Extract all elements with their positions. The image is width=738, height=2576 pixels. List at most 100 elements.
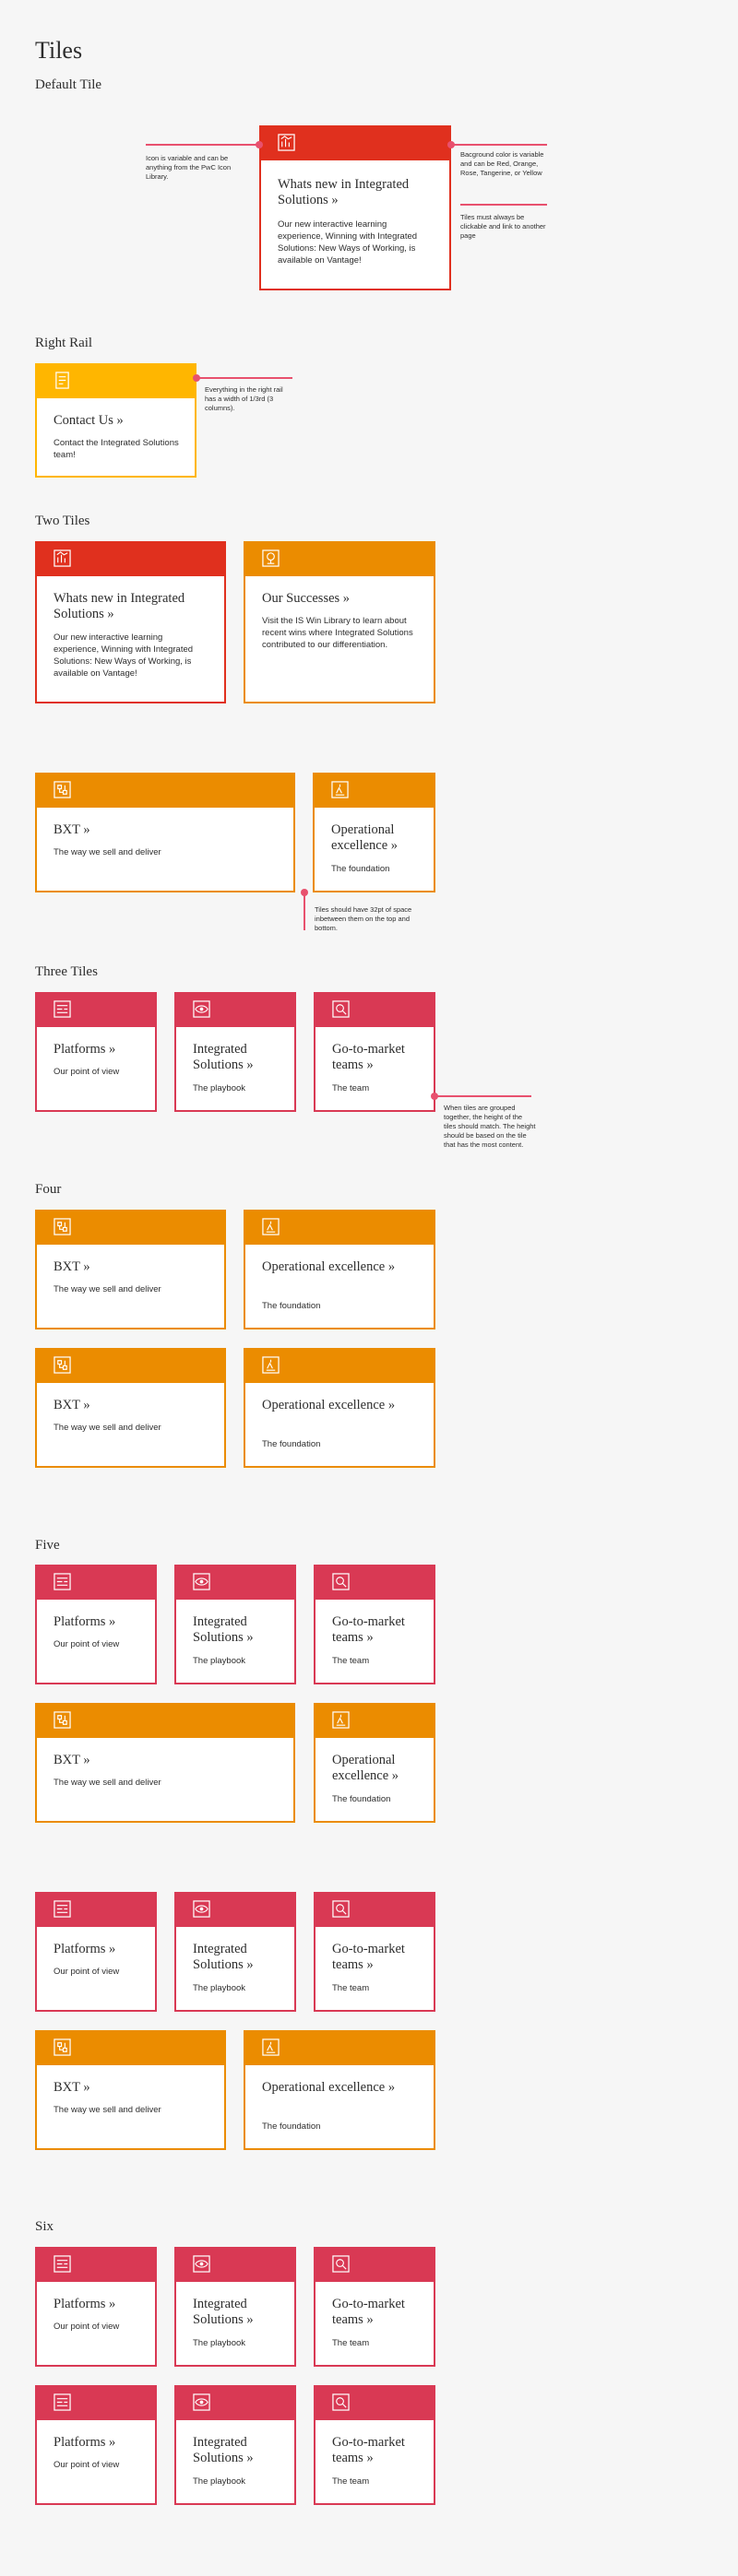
annotation-line [304,892,305,930]
tile-header [315,774,434,808]
tile-whats-new[interactable]: Whats new in Integrated Solutions » Our … [35,541,226,703]
section-four: Four [35,1182,62,1197]
tile-title: Integrated Solutions » [193,2435,254,2465]
person-search-icon [332,1900,350,1918]
tile-title: Whats new in Integrated Solutions » [278,177,410,207]
tile-title: BXT » [54,1753,90,1767]
tile-description: The foundation [331,864,390,874]
tile-header [176,2387,294,2420]
hand-award-icon [262,1218,280,1235]
note-spacing: Tiles should have 32pt of space inbetwee… [315,905,412,932]
tile-platforms[interactable]: Platforms » Our point of view [35,992,157,1112]
tile-title: Integrated Solutions » [193,1942,254,1972]
tile-description: The foundation [262,1301,321,1311]
tile-bxt[interactable]: BXT » The way we sell and deliver [35,1703,295,1823]
tile-header [245,2032,434,2065]
annotation-line [460,204,547,206]
tile-header [37,1211,224,1245]
tile-our-successes[interactable]: Our Successes » Visit the IS Win Library… [244,541,435,703]
tile-whats-new-default[interactable]: Whats new in Integrated Solutions » Our … [259,125,451,290]
tile-platforms[interactable]: Platforms » Our point of view [35,2385,157,2505]
tile-header [315,2249,434,2282]
tile-integrated[interactable]: Integrated Solutions » The playbook [174,1892,296,2012]
tile-platforms[interactable]: Platforms » Our point of view [35,2247,157,2367]
chart-icon [278,134,295,151]
tile-description: The foundation [262,2121,321,2132]
tile-opex[interactable]: Operational excellence » The foundation [314,1703,435,1823]
tile-bxt[interactable]: BXT » The way we sell and deliver [35,1210,226,1329]
section-three-tiles: Three Tiles [35,964,98,979]
note-icon: Icon is variable and can be anything fro… [146,154,232,181]
tile-description: Our point of view [54,1067,120,1077]
tile-description: The team [332,2338,370,2348]
tile-opex[interactable]: Operational excellence » The foundation [244,1210,435,1329]
tile-gtm[interactable]: Go-to-market teams » The team [314,992,435,1112]
note-height: When tiles are grouped together, the hei… [444,1104,536,1149]
tile-description: Our new interactive learning experience,… [54,632,194,679]
tile-title: Contact Us » [54,413,124,428]
tile-integrated[interactable]: Integrated Solutions » The playbook [174,2385,296,2505]
tile-bxt[interactable]: BXT » The way we sell and deliver [35,1348,226,1468]
note-right-rail: Everything in the right rail has a width… [205,385,283,412]
tile-header [37,994,155,1027]
tile-gtm[interactable]: Go-to-market teams » The team [314,1892,435,2012]
tile-header [315,1894,434,1927]
tile-integrated[interactable]: Integrated Solutions » The playbook [174,2247,296,2367]
tile-gtm[interactable]: Go-to-market teams » The team [314,1565,435,1684]
tile-header [176,994,294,1027]
tile-title: Go-to-market teams » [332,1614,405,1645]
tile-title: Operational excellence » [262,2080,396,2095]
annotation-dot [447,141,455,148]
tile-title: Platforms » [54,2297,116,2311]
annotation-dot [301,889,308,896]
tile-integrated[interactable]: Integrated Solutions » The playbook [174,992,296,1112]
tile-opex[interactable]: Operational excellence » The foundation [313,773,435,892]
tile-description: The playbook [193,1983,246,1993]
person-search-icon [332,2255,350,2273]
tile-title: Platforms » [54,2435,116,2450]
person-search-icon [332,2393,350,2411]
tile-platforms[interactable]: Platforms » Our point of view [35,1892,157,2012]
dashboard-icon [54,2393,71,2411]
tile-bxt[interactable]: BXT » The way we sell and deliver [35,773,295,892]
tile-title: Platforms » [54,1042,116,1057]
tile-header [245,1211,434,1245]
tile-header [37,1705,293,1738]
flowchart-icon [54,1711,71,1729]
tile-description: The playbook [193,2476,246,2487]
tile-header [245,1350,434,1383]
tile-description: The way we sell and deliver [54,1284,161,1294]
tile-integrated[interactable]: Integrated Solutions » The playbook [174,1565,296,1684]
dashboard-icon [54,1000,71,1018]
tile-contact-us[interactable]: Contact Us » Contact the Integrated Solu… [35,363,196,478]
note-background: Bacground color is variable and can be R… [460,150,544,177]
annotation-dot [431,1093,438,1100]
eye-icon [193,2393,210,2411]
tile-opex[interactable]: Operational excellence » The foundation [244,2030,435,2150]
tile-header [37,1566,155,1600]
tile-opex[interactable]: Operational excellence » The foundation [244,1348,435,1468]
tile-header [315,2387,434,2420]
page-title: Tiles [35,37,83,64]
tile-title: Operational excellence » [332,1753,399,1783]
eye-icon [193,1900,210,1918]
hand-award-icon [332,1711,350,1729]
tile-description: The team [332,2476,370,2487]
tile-header [176,1894,294,1927]
tile-header [37,365,195,398]
tile-title: BXT » [54,1398,90,1412]
tile-header [37,2249,155,2282]
tile-platforms[interactable]: Platforms » Our point of view [35,1565,157,1684]
tile-title: BXT » [54,1259,90,1274]
tile-title: Our Successes » [262,591,351,606]
tile-gtm[interactable]: Go-to-market teams » The team [314,2385,435,2505]
tile-header [261,127,449,160]
annotation-line [451,144,547,146]
tile-description: Our point of view [54,1967,120,1977]
flowchart-icon [54,1356,71,1374]
tile-bxt[interactable]: BXT » The way we sell and deliver [35,2030,226,2150]
tile-gtm[interactable]: Go-to-market teams » The team [314,2247,435,2367]
tile-header [315,994,434,1027]
tile-description: The team [332,1656,370,1666]
tile-header [37,774,293,808]
